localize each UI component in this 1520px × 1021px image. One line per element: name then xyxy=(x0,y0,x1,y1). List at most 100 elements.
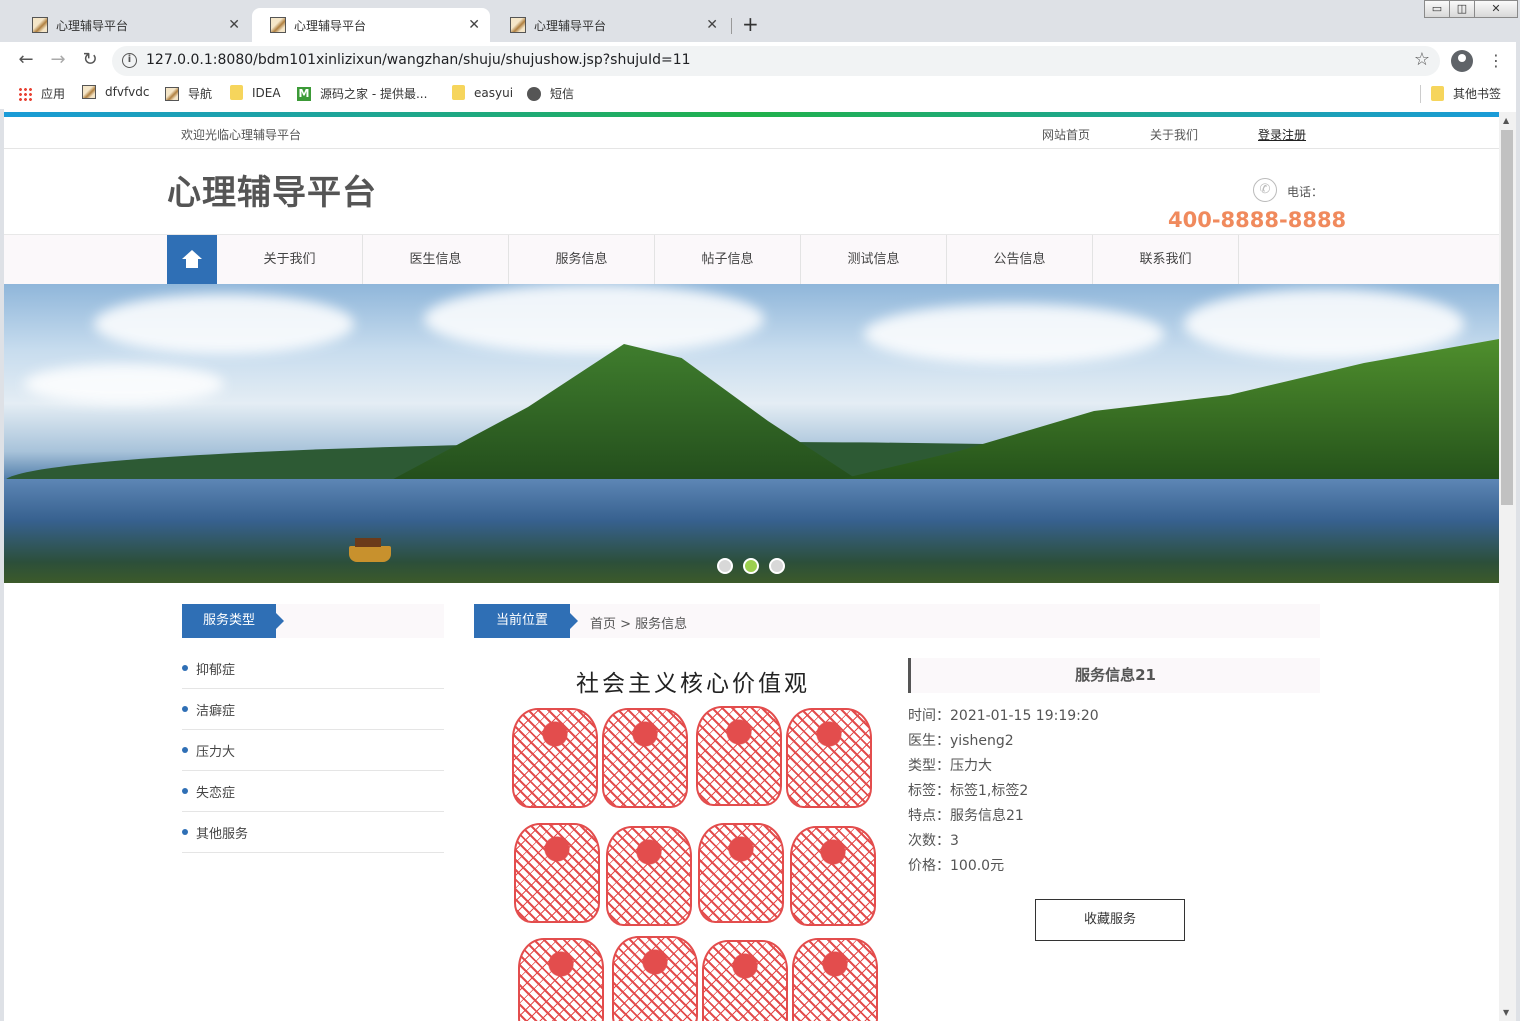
nav-tests[interactable]: 测试信息 xyxy=(801,235,947,284)
tab-title: 心理辅导平台 xyxy=(56,18,129,33)
banner-forest xyxy=(824,339,1499,499)
papercut-figure xyxy=(790,826,876,926)
url-text[interactable]: 127.0.0.1:8080/bdm101xinlizixun/wangzhan… xyxy=(146,52,691,68)
nav-contact[interactable]: 联系我们 xyxy=(1093,235,1239,284)
back-arrow-icon[interactable]: ← xyxy=(14,48,38,72)
address-bar: ← → ↻ i 127.0.0.1:8080/bdm101xinlizixun/… xyxy=(0,42,1520,79)
minimize-button[interactable]: ▭ xyxy=(1424,0,1450,18)
carousel-dot[interactable] xyxy=(769,558,785,574)
close-icon[interactable]: ✕ xyxy=(468,17,480,33)
detail-time: 时间：2021-01-15 19:19:20 xyxy=(908,708,1099,724)
bookmark-label: dfvfvdc xyxy=(105,85,150,99)
bullet-icon xyxy=(182,829,188,835)
scrollbar-thumb[interactable] xyxy=(1501,130,1513,505)
breadcrumb[interactable]: 首页 > 服务信息 xyxy=(590,613,687,632)
bookmark-item[interactable]: M 源码之家 - 提供最... xyxy=(297,85,427,102)
favorite-service-button[interactable]: 收藏服务 xyxy=(1035,899,1185,941)
detail-type: 类型：压力大 xyxy=(908,758,992,774)
bullet-icon xyxy=(182,788,188,794)
sidebar-item[interactable]: 洁癖症 xyxy=(182,689,444,730)
detail-count: 次数：3 xyxy=(908,833,959,849)
tab-title: 心理辅导平台 xyxy=(294,18,367,33)
bookmarks-bar: 应用 dfvfvdc 导航 IDEA M 源码之家 - 提供最... easyu… xyxy=(0,79,1520,109)
nav-about[interactable]: 关于我们 xyxy=(217,235,363,284)
nav-notices[interactable]: 公告信息 xyxy=(947,235,1093,284)
sidebar-item-label: 其他服务 xyxy=(196,826,249,842)
sidebar-item[interactable]: 压力大 xyxy=(182,730,444,771)
tab-title: 心理辅导平台 xyxy=(534,18,607,33)
browser-tab-active[interactable]: 心理辅导平台 ✕ xyxy=(252,8,490,42)
service-image: 社会主义核心价值观 xyxy=(504,658,882,1021)
banner-mountain xyxy=(384,344,864,484)
bookmark-item[interactable]: 导航 xyxy=(165,85,212,102)
papercut-figure xyxy=(612,936,698,1021)
banner-cloud xyxy=(424,284,764,354)
carousel-dot[interactable] xyxy=(717,558,733,574)
link-about[interactable]: 关于我们 xyxy=(1150,126,1198,143)
service-title: 服务信息21 xyxy=(908,658,1320,693)
forward-arrow-icon[interactable]: → xyxy=(46,48,70,72)
home-icon xyxy=(182,250,202,268)
nav-services[interactable]: 服务信息 xyxy=(509,235,655,284)
profile-icon[interactable] xyxy=(1451,50,1473,72)
welcome-bar: 欢迎光临心理辅导平台 网站首页 关于我们 登录注册 xyxy=(4,117,1499,149)
bookmark-apps[interactable]: 应用 xyxy=(18,85,65,102)
favicon-icon xyxy=(510,17,526,33)
sidebar-item-label: 失恋症 xyxy=(196,785,236,801)
close-window-button[interactable]: ✕ xyxy=(1474,0,1518,18)
nav-posts[interactable]: 帖子信息 xyxy=(655,235,801,284)
page-scrollbar[interactable]: ▲ ▼ xyxy=(1499,112,1516,1021)
star-icon[interactable]: ☆ xyxy=(1414,49,1430,70)
carousel-dot-active[interactable] xyxy=(743,558,759,574)
link-login-register[interactable]: 登录注册 xyxy=(1258,126,1306,143)
sidebar-item-label: 洁癖症 xyxy=(196,703,236,719)
papercut-figure xyxy=(512,708,598,808)
maximize-button[interactable]: ◫ xyxy=(1449,0,1475,18)
welcome-text: 欢迎光临心理辅导平台 xyxy=(181,128,302,142)
window-border xyxy=(1516,42,1520,1021)
info-icon[interactable]: i xyxy=(122,53,137,68)
new-tab-button[interactable]: + xyxy=(742,12,759,36)
url-omnibox[interactable]: i 127.0.0.1:8080/bdm101xinlizixun/wangzh… xyxy=(112,46,1440,76)
sidebar-item[interactable]: 抑郁症 xyxy=(182,648,444,689)
bookmark-label: 应用 xyxy=(41,87,66,101)
sidebar-item[interactable]: 其他服务 xyxy=(182,812,444,853)
banner-cloud xyxy=(24,364,224,404)
papercut-figure xyxy=(518,938,604,1021)
papercut-figure xyxy=(602,708,688,808)
reload-icon[interactable]: ↻ xyxy=(78,48,102,72)
bullet-icon xyxy=(182,665,188,671)
site-logo[interactable]: 心理辅导平台 xyxy=(167,165,377,214)
bookmark-folder[interactable]: easyui xyxy=(452,85,513,100)
banner-boat xyxy=(349,538,391,562)
sidebar-header: 服务类型 xyxy=(182,604,444,638)
bookmark-label: 导航 xyxy=(188,87,213,101)
tab-divider xyxy=(731,18,732,34)
site-header: 心理辅导平台 ✆ 电话： 400-8888-8888 xyxy=(4,149,1499,234)
detail-tags: 标签：标签1,标签2 xyxy=(908,783,1029,799)
bookmark-folder[interactable]: IDEA xyxy=(230,85,281,100)
browser-tab[interactable]: 心理辅导平台 ✕ xyxy=(14,8,250,42)
papercut-figure xyxy=(606,826,692,926)
detail-doctor: 医生：yisheng2 xyxy=(908,733,1014,749)
folder-icon xyxy=(1431,86,1444,101)
main-nav: 关于我们 医生信息 服务信息 帖子信息 测试信息 公告信息 联系我们 xyxy=(4,234,1499,284)
close-icon[interactable]: ✕ xyxy=(706,17,718,33)
kebab-menu-icon[interactable]: ⋮ xyxy=(1488,50,1504,72)
scroll-up-icon[interactable]: ▲ xyxy=(1503,116,1509,125)
close-icon[interactable]: ✕ xyxy=(228,17,240,33)
link-home[interactable]: 网站首页 xyxy=(1042,126,1090,143)
nav-home-button[interactable] xyxy=(167,235,217,284)
bookmarks-divider xyxy=(1420,85,1421,103)
bookmark-item[interactable]: dfvfvdc xyxy=(82,85,149,99)
browser-tab[interactable]: 心理辅导平台 ✕ xyxy=(492,8,728,42)
banner-carousel[interactable] xyxy=(4,284,1499,583)
sidebar-item[interactable]: 失恋症 xyxy=(182,771,444,812)
other-bookmarks[interactable]: 其他书签 xyxy=(1431,85,1501,102)
bookmark-item[interactable]: 短信 xyxy=(527,85,574,102)
nav-doctors[interactable]: 医生信息 xyxy=(363,235,509,284)
folder-icon xyxy=(452,85,465,100)
scroll-down-icon[interactable]: ▼ xyxy=(1503,1008,1509,1017)
papercut-figure xyxy=(698,823,784,923)
folder-icon xyxy=(230,85,243,100)
